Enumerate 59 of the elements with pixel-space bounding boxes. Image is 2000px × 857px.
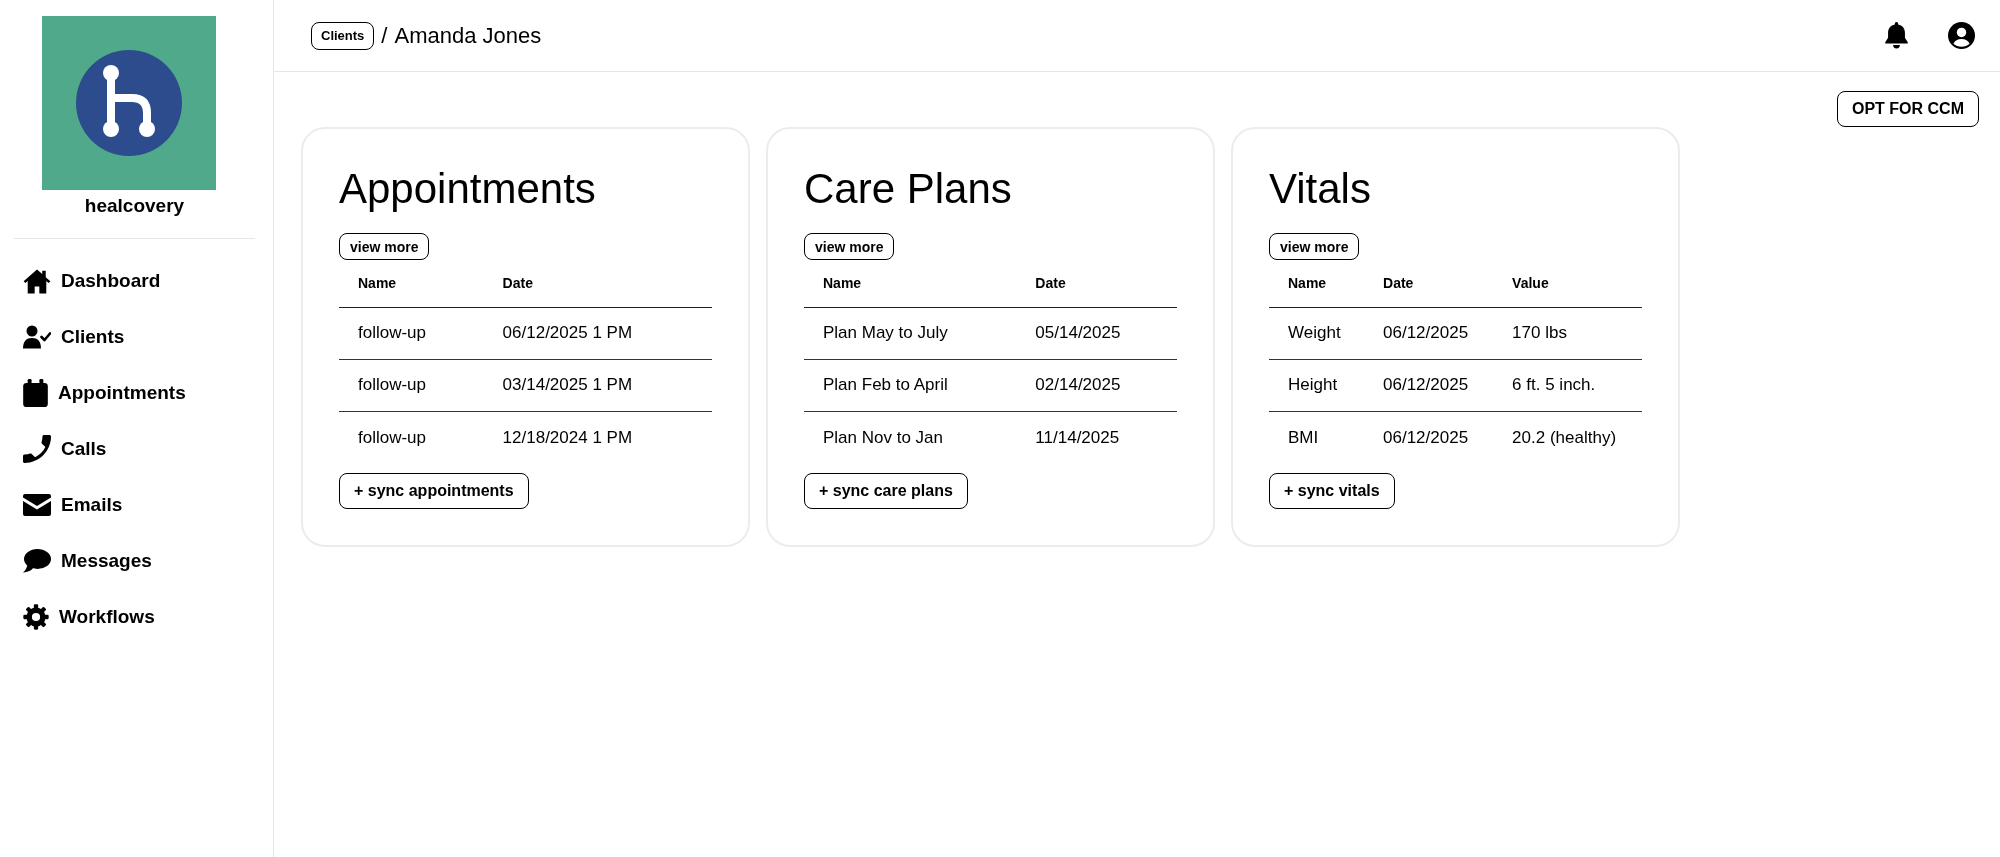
table-cell: follow-up <box>339 307 484 359</box>
table-cell: Height <box>1269 359 1364 411</box>
opt-in-button[interactable]: OPT FOR CCM <box>1837 91 1979 127</box>
table-cell: Plan Feb to April <box>804 359 1017 411</box>
column-header: Name <box>339 260 484 307</box>
column-header: Name <box>1269 260 1364 307</box>
breadcrumb-link[interactable]: Clients <box>311 21 375 50</box>
user-account-icon[interactable] <box>1948 22 1975 49</box>
page-title: Amanda Jones <box>394 21 542 50</box>
view-more-button[interactable]: view more <box>804 233 895 260</box>
card-title: Care Plans <box>804 164 1012 214</box>
table-cell: 6 ft. 5 inch. <box>1493 359 1642 411</box>
column-header: Name <box>804 260 1017 307</box>
phone-icon <box>23 435 51 463</box>
table-cell: 06/12/2025 1 PM <box>483 307 712 359</box>
gear-icon <box>23 604 49 630</box>
column-header: Value <box>1493 260 1642 307</box>
logo-icon <box>42 16 216 190</box>
table-cell: BMI <box>1269 411 1364 463</box>
house-icon <box>23 268 51 294</box>
table-cell: 20.2 (healthy) <box>1493 411 1642 463</box>
table-cell: 06/12/2025 <box>1364 307 1494 359</box>
table-cell: 12/18/2024 1 PM <box>483 411 712 463</box>
envelope-icon <box>23 494 51 516</box>
nav-link[interactable]: Emails <box>0 477 230 533</box>
view-more-button[interactable]: view more <box>1269 233 1360 260</box>
view-more-button[interactable]: view more <box>339 233 430 260</box>
nav-link[interactable]: Workflows <box>0 589 230 645</box>
card-title: Appointments <box>339 164 596 214</box>
column-header: Date <box>1016 260 1177 307</box>
nav-link[interactable]: Appointments <box>0 365 230 421</box>
table-cell: 11/14/2025 <box>1016 411 1177 463</box>
brand-name: healcovery <box>84 194 185 218</box>
nav-link[interactable]: Clients <box>0 309 230 365</box>
table-cell: Plan May to July <box>804 307 1017 359</box>
breadcrumb-separator: / <box>381 21 388 50</box>
table-cell: 06/12/2025 <box>1364 411 1494 463</box>
column-header: Date <box>1364 260 1494 307</box>
table-cell: Plan Nov to Jan <box>804 411 1017 463</box>
sync-button[interactable]: + sync appointments <box>339 473 529 509</box>
nav-link[interactable]: Dashboard <box>0 253 230 309</box>
sync-button[interactable]: + sync vitals <box>1269 473 1395 509</box>
user-check-icon <box>23 325 51 349</box>
speech-bubble-icon <box>23 549 51 573</box>
table-cell: 02/14/2025 <box>1016 359 1177 411</box>
table-cell: 03/14/2025 1 PM <box>483 359 712 411</box>
table-cell: Weight <box>1269 307 1364 359</box>
nav-link[interactable]: Messages <box>0 533 230 589</box>
sync-button[interactable]: + sync care plans <box>804 473 968 509</box>
table-cell: 170 lbs <box>1493 307 1642 359</box>
column-header: Date <box>483 260 712 307</box>
table-cell: follow-up <box>339 411 484 463</box>
card-title: Vitals <box>1269 164 1371 214</box>
table-cell: 05/14/2025 <box>1016 307 1177 359</box>
table-cell: 06/12/2025 <box>1364 359 1494 411</box>
bell-icon[interactable] <box>1884 22 1909 49</box>
nav-link[interactable]: Calls <box>0 421 230 477</box>
table-cell: follow-up <box>339 359 484 411</box>
calendar-icon <box>23 379 48 407</box>
